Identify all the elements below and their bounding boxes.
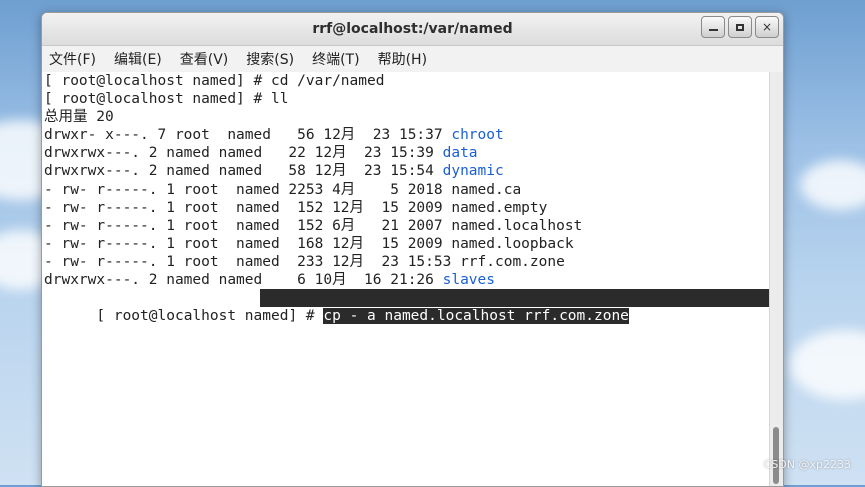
listing-filename: named.empty: [451, 199, 548, 216]
menu-file[interactable]: 文件(F): [47, 47, 98, 71]
title-bar[interactable]: rrf@localhost:/var/named ×: [42, 13, 783, 46]
terminal-line: [ root@localhost named] # cd /var/named: [44, 73, 385, 89]
menu-bar: 文件(F) 编辑(E) 查看(V) 搜索(S) 终端(T) 帮助(H): [42, 46, 783, 72]
listing-filename: rrf.com.zone: [460, 253, 565, 270]
minimize-icon: [708, 29, 718, 31]
listing-filename: named.localhost: [451, 217, 583, 234]
listing-details: - rw- r-----. 1 root named 152 12月 15 20…: [44, 199, 452, 216]
listing-filename: data: [442, 145, 478, 162]
scrollbar[interactable]: [769, 72, 783, 486]
close-button[interactable]: ×: [755, 16, 779, 38]
listing-row: drwxr- x---. 7 root named 56 12月 23 15:3…: [44, 126, 772, 144]
listing-filename: dynamic: [442, 163, 504, 180]
listing-details: drwxrwx---. 2 named named 22 12月 23 15:3…: [44, 145, 443, 162]
listing-row: - rw- r-----. 1 root named 168 12月 15 20…: [44, 235, 772, 253]
listing-filename: named.ca: [451, 181, 522, 198]
background-cloud: [800, 160, 865, 210]
selection-highlight: [260, 289, 772, 308]
listing-filename: slaves: [442, 272, 495, 289]
listing-details: drwxrwx---. 2 named named 6 10月 16 21:26: [44, 272, 443, 289]
prompt-line: [ root@localhost named] # cp - a named.l…: [44, 289, 772, 325]
terminal-line: 总用量 20: [44, 109, 114, 126]
listing-details: - rw- r-----. 1 root named 2253 4月 5 201…: [44, 181, 452, 198]
command-text: cp - a named.localhost rrf.com.zone: [323, 308, 629, 325]
listing-row: drwxrwx---. 2 named named 58 12月 23 15:5…: [44, 162, 772, 180]
listing-details: - rw- r-----. 1 root named 233 12月 23 15…: [44, 253, 461, 270]
terminal-output[interactable]: [ root@localhost named] # cd /var/named …: [42, 72, 772, 486]
listing-details: drwxrwx---. 2 named named 58 12月 23 15:5…: [44, 163, 443, 180]
menu-view[interactable]: 查看(V): [178, 47, 231, 71]
maximize-button[interactable]: [728, 16, 752, 38]
menu-search[interactable]: 搜索(S): [244, 47, 296, 71]
background-cloud: [790, 330, 865, 400]
listing-row: drwxrwx---. 2 named named 22 12月 23 15:3…: [44, 144, 772, 162]
listing-filename: chroot: [451, 127, 504, 144]
terminal-window: rrf@localhost:/var/named × 文件(F) 编辑(E) 查…: [41, 12, 784, 487]
listing-row: drwxrwx---. 2 named named 6 10月 16 21:26…: [44, 271, 772, 289]
scrollbar-thumb[interactable]: [773, 427, 779, 484]
minimize-button[interactable]: [701, 16, 725, 38]
terminal-line: [ root@localhost named] # ll: [44, 91, 289, 108]
watermark: CSDN @xp2233: [763, 458, 851, 471]
menu-edit[interactable]: 编辑(E): [112, 47, 164, 71]
listing-details: drwxr- x---. 7 root named 56 12月 23 15:3…: [44, 127, 452, 144]
listing-filename: named.loopback: [451, 235, 574, 252]
listing-details: - rw- r-----. 1 root named 168 12月 15 20…: [44, 235, 452, 252]
close-icon: ×: [761, 20, 773, 34]
listing-row: - rw- r-----. 1 root named 233 12月 23 15…: [44, 253, 772, 271]
listing-details: - rw- r-----. 1 root named 152 6月 21 200…: [44, 217, 452, 234]
menu-terminal[interactable]: 终端(T): [310, 47, 361, 71]
menu-help[interactable]: 帮助(H): [376, 47, 429, 71]
listing-row: - rw- r-----. 1 root named 152 6月 21 200…: [44, 217, 772, 235]
window-title: rrf@localhost:/var/named: [312, 21, 513, 37]
listing-row: - rw- r-----. 1 root named 2253 4月 5 201…: [44, 181, 772, 199]
cursor: [628, 307, 638, 325]
prompt: [ root@localhost named] #: [96, 308, 324, 325]
listing-row: - rw- r-----. 1 root named 152 12月 15 20…: [44, 199, 772, 217]
maximize-icon: [736, 23, 744, 31]
window-controls: ×: [701, 16, 779, 38]
